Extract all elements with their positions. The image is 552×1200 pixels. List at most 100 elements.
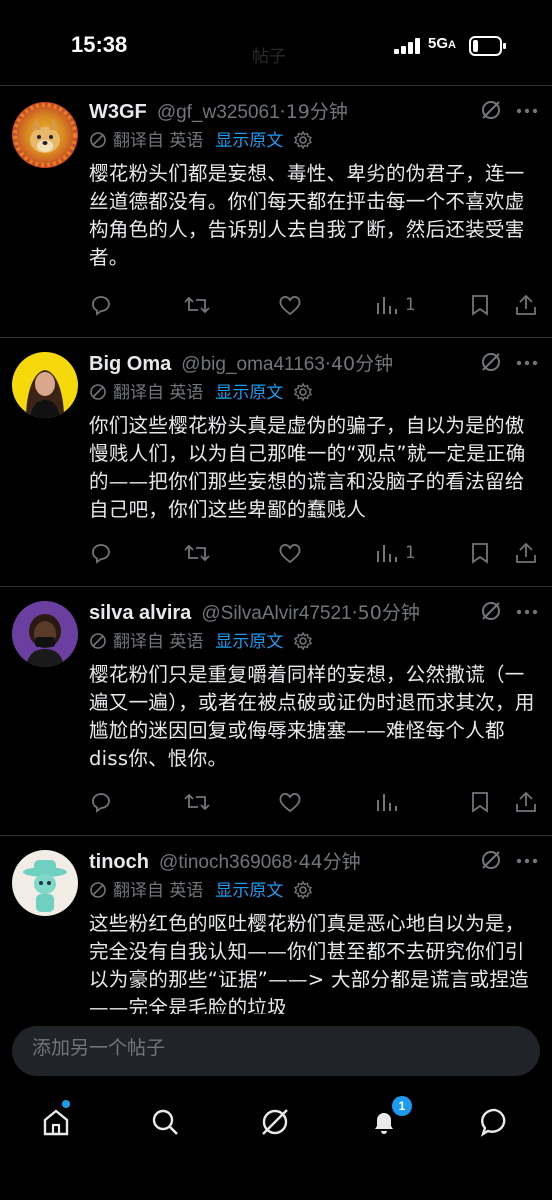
gear-icon[interactable]: [293, 880, 313, 900]
tab-search[interactable]: [145, 1102, 185, 1142]
reply-button[interactable]: [89, 789, 113, 815]
reply-icon: [92, 296, 110, 316]
avatar[interactable]: [12, 850, 78, 916]
views-icon: [377, 297, 397, 314]
post-time: 50分钟: [357, 602, 420, 624]
user-handle[interactable]: @tinoch369068: [159, 852, 292, 873]
grok-icon[interactable]: [480, 99, 502, 121]
gear-icon[interactable]: [293, 130, 313, 150]
search-icon: [152, 1109, 178, 1135]
translate-icon: [90, 132, 106, 148]
display-name[interactable]: W3GF: [89, 101, 147, 123]
views-button[interactable]: 1: [375, 540, 416, 566]
share-button[interactable]: [515, 292, 537, 318]
tab-home[interactable]: [36, 1102, 76, 1142]
repost-icon: [184, 296, 210, 314]
more-options-icon[interactable]: [516, 609, 538, 615]
post-time: 40分钟: [330, 353, 394, 375]
messages-icon: [480, 1108, 506, 1137]
share-button[interactable]: [515, 789, 537, 815]
reply-icon: [92, 544, 110, 564]
repost-button[interactable]: [184, 789, 210, 815]
show-original-link[interactable]: 显示原文: [215, 131, 283, 151]
views-count: 1: [405, 543, 416, 563]
repost-button[interactable]: [184, 540, 210, 566]
repost-icon: [184, 793, 210, 811]
views-icon: [377, 545, 397, 562]
avatar[interactable]: [12, 352, 78, 418]
doge-avatar-icon: [13, 103, 77, 167]
tab-grok[interactable]: [255, 1102, 295, 1142]
bookmark-icon: [472, 543, 488, 564]
reply-button[interactable]: [89, 292, 113, 318]
notification-badge: 1: [392, 1096, 412, 1116]
tweet-text: 这些粉红色的呕吐樱花粉们真是恶心地自以为是，完全没有自我认知——你们甚至都不去研…: [89, 912, 529, 1014]
user-handle[interactable]: @big_oma41163: [181, 354, 325, 375]
grok-icon[interactable]: [480, 351, 502, 373]
post-time: 19分钟: [285, 101, 348, 123]
bottom-tab-bar: 1: [0, 1090, 552, 1200]
more-options-icon[interactable]: [516, 108, 538, 114]
repost-button[interactable]: [184, 292, 210, 318]
translation-notice: 翻译自 英语 显示原文: [89, 129, 313, 153]
network-type: 5GA: [428, 35, 456, 52]
bookmark-button[interactable]: [470, 540, 490, 566]
tweet-actions: 1: [89, 540, 539, 570]
like-button[interactable]: [278, 789, 302, 815]
show-original-link[interactable]: 显示原文: [215, 383, 283, 403]
tab-messages[interactable]: [475, 1102, 515, 1142]
display-name[interactable]: silva alvira: [89, 602, 191, 624]
share-icon: [516, 791, 536, 812]
bookmark-button[interactable]: [470, 292, 490, 318]
display-name[interactable]: tinoch: [89, 851, 149, 873]
views-button[interactable]: 1: [375, 292, 416, 318]
user-handle[interactable]: @SilvaAlvir47521: [201, 603, 351, 624]
tweet-item[interactable]: Big Oma @big_oma41163·40分钟 翻译自 英语 显示原文 你们…: [0, 338, 552, 587]
translate-icon: [90, 384, 106, 400]
status-bar: 15:38 帖子 5GA: [0, 0, 552, 86]
show-original-link[interactable]: 显示原文: [215, 632, 283, 652]
views-button[interactable]: [375, 789, 405, 815]
grok-icon[interactable]: [480, 849, 502, 871]
translate-label: 翻译自 英语: [113, 632, 204, 652]
tweet-actions: [89, 789, 539, 819]
more-options-icon[interactable]: [516, 360, 538, 366]
avatar[interactable]: [12, 601, 78, 667]
translate-label: 翻译自 英语: [113, 383, 204, 403]
battery-icon: [469, 36, 506, 56]
views-icon: [377, 794, 397, 811]
views-count: 1: [405, 295, 416, 315]
translation-notice: 翻译自 英语 显示原文: [89, 879, 313, 903]
like-button[interactable]: [278, 292, 302, 318]
show-original-link[interactable]: 显示原文: [215, 881, 283, 901]
grok-icon[interactable]: [480, 600, 502, 622]
tweet-item[interactable]: tinoch @tinoch369068·44分钟 翻译自 英语 显示原文 这些粉…: [0, 836, 552, 1014]
more-options-icon[interactable]: [516, 858, 538, 864]
heart-icon: [279, 544, 301, 564]
user-handle[interactable]: @gf_w325061: [157, 102, 280, 123]
reply-composer[interactable]: [12, 1026, 540, 1076]
grok-icon: [262, 1109, 288, 1135]
avatar[interactable]: [12, 102, 78, 168]
share-button[interactable]: [515, 540, 537, 566]
gear-icon[interactable]: [293, 631, 313, 651]
status-time: 15:38: [71, 32, 128, 57]
tweet-item[interactable]: silva alvira @SilvaAlvir47521·50分钟 翻译自 英…: [0, 587, 552, 836]
gear-icon[interactable]: [293, 382, 313, 402]
display-name[interactable]: Big Oma: [89, 353, 171, 375]
heart-icon: [279, 793, 301, 813]
person-avatar-icon: [26, 370, 64, 418]
share-icon: [516, 542, 536, 563]
reply-input[interactable]: [30, 1036, 514, 1060]
tweet-text: 樱花粉们只是重复嚼着同样的妄想，公然撒谎（一遍又一遍），或者在被点破或证伪时退而…: [89, 663, 535, 770]
tweet-item[interactable]: W3GF @gf_w325061·19分钟 翻译自 英语 显示原文 樱花粉头们都是…: [0, 86, 552, 338]
tweet-text: 樱花粉头们都是妄想、毒性、卑劣的伪君子，连一丝道德都没有。你们每天都在抨击每一个…: [89, 162, 525, 269]
reply-icon: [92, 793, 110, 813]
reply-button[interactable]: [89, 540, 113, 566]
translate-label: 翻译自 英语: [113, 881, 204, 901]
tweet-actions: 1: [89, 292, 539, 322]
like-button[interactable]: [278, 540, 302, 566]
character-avatar-icon: [23, 860, 67, 912]
share-icon: [516, 294, 536, 315]
bookmark-button[interactable]: [470, 789, 490, 815]
